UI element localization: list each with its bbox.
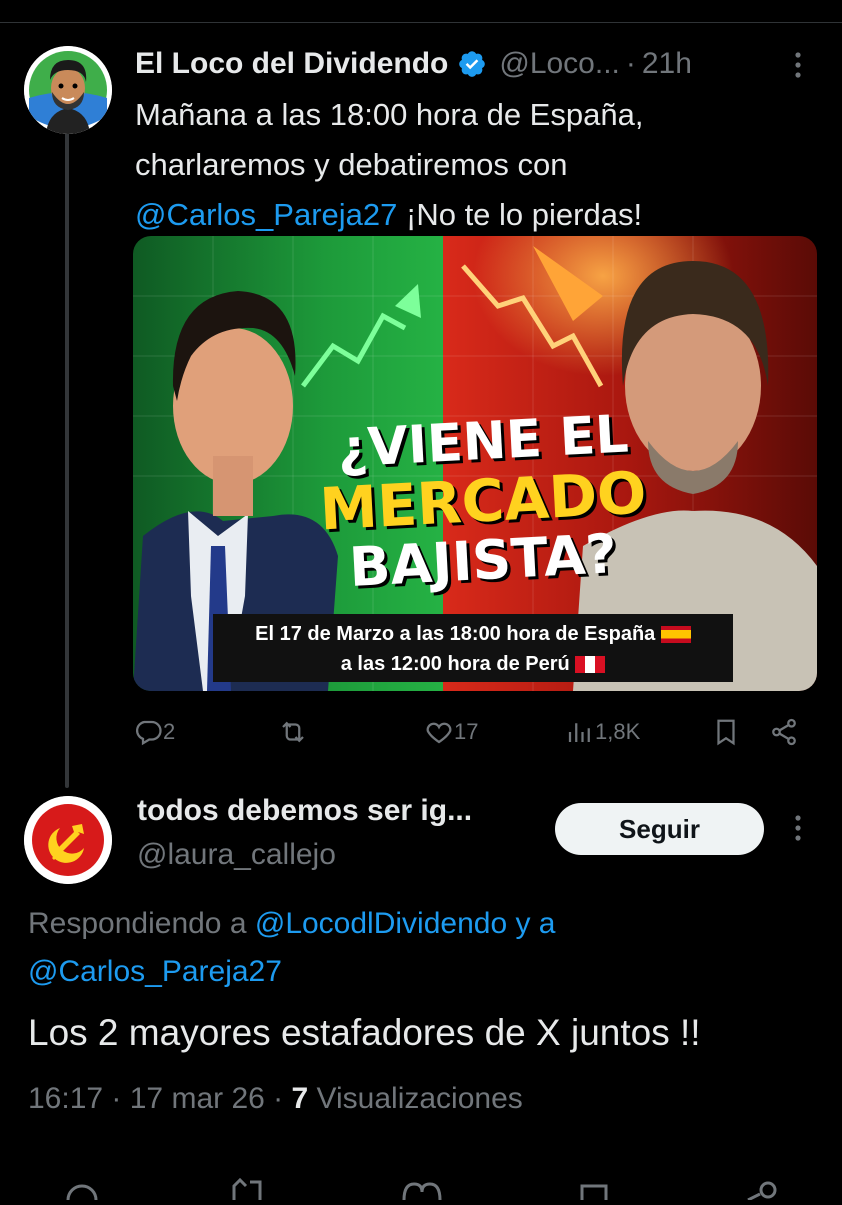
- reply-icon[interactable]: [62, 1172, 102, 1205]
- tweet-time[interactable]: 21h: [642, 47, 692, 81]
- reply-action-bar: [0, 1172, 842, 1202]
- top-divider: [0, 22, 842, 23]
- spain-flag-icon: [660, 626, 691, 644]
- share-button[interactable]: [769, 712, 799, 752]
- more-options-icon[interactable]: [790, 50, 806, 80]
- mention-link[interactable]: @LocodlDividendo: [255, 907, 507, 940]
- tweet-media-image[interactable]: ¿VIENE EL MERCADO BAJISTA? El 17 de Marz…: [133, 236, 817, 691]
- more-options-icon[interactable]: [790, 813, 806, 843]
- replying-to-prefix: Respondiendo a: [28, 907, 255, 940]
- tweet-header: El Loco del Dividendo @Loco... · 21h: [135, 44, 692, 84]
- like-button[interactable]: 17: [424, 712, 478, 752]
- reply-time[interactable]: 16:17: [28, 1082, 103, 1115]
- author-handle[interactable]: @Loco...: [499, 47, 620, 81]
- reply-views-label: Visualizaciones: [316, 1082, 523, 1115]
- media-caption-line: a las 12:00 hora de Perú: [340, 653, 570, 675]
- tweet-text: Mañana a las 18:00 hora de España, charl…: [135, 90, 815, 240]
- bookmark-button[interactable]: [711, 712, 741, 752]
- heart-icon: [426, 722, 452, 744]
- tweet-text-line: Mañana a las 18:00 hora de España,: [135, 97, 644, 132]
- separator-dot: ·: [625, 47, 636, 80]
- author-avatar[interactable]: [24, 46, 112, 134]
- media-caption: a las 12:00 hora de Perú: [213, 649, 733, 679]
- media-caption: El 17 de Marzo a las 18:00 hora de Españ…: [213, 619, 733, 649]
- mention-link[interactable]: @Carlos_Pareja27: [28, 955, 282, 988]
- reply-icon: [136, 720, 162, 746]
- author-name[interactable]: El Loco del Dividendo: [135, 47, 448, 81]
- reply-text: Los 2 mayores estafadores de X juntos !!: [28, 1012, 701, 1053]
- views-chart-icon: [568, 723, 590, 742]
- reply-author-name[interactable]: todos debemos ser ig...: [137, 794, 472, 828]
- repost-icon: [282, 721, 304, 743]
- heart-icon[interactable]: [400, 1172, 444, 1205]
- peru-flag-icon: [575, 656, 606, 674]
- tweet-action-bar: 2 17 1,8K: [133, 712, 817, 752]
- share-icon: [772, 718, 796, 746]
- tweet-text-line: charlaremos y debatiremos con: [135, 147, 568, 182]
- tweet-text-line: @Carlos_Pareja27 ¡No te lo pierdas!: [135, 190, 815, 240]
- mention-link[interactable]: @Carlos_Pareja27: [135, 197, 397, 232]
- reply-count: 2: [163, 719, 176, 744]
- bookmark-icon[interactable]: [578, 1172, 610, 1205]
- reply-views-count: 7: [291, 1082, 309, 1115]
- views-button[interactable]: 1,8K: [565, 712, 640, 752]
- like-count: 17: [454, 719, 479, 744]
- repost-icon[interactable]: [228, 1172, 268, 1205]
- verified-badge-icon: [457, 49, 487, 79]
- repost-button[interactable]: [278, 712, 308, 752]
- views-count: 1,8K: [595, 719, 641, 744]
- tweet-text-tail: ¡No te lo pierdas!: [397, 197, 643, 232]
- bookmark-icon: [717, 719, 735, 746]
- reply-button[interactable]: 2: [133, 712, 175, 752]
- reply-author-avatar[interactable]: [24, 796, 112, 884]
- reply-metadata: 16:17 · 17 mar 26 · 7 Visualizaciones: [28, 1082, 523, 1116]
- media-headline: BAJISTA?: [347, 522, 619, 599]
- reply-date[interactable]: 17 mar 26: [130, 1082, 265, 1115]
- thread-connector-line: [65, 130, 69, 788]
- separator-dot: ·: [111, 1082, 130, 1115]
- media-caption-line: El 17 de Marzo a las 18:00 hora de Españ…: [255, 623, 656, 645]
- reply-author-handle[interactable]: @laura_callejo: [137, 838, 336, 872]
- separator-dot: ·: [273, 1082, 292, 1115]
- replying-to-and[interactable]: y a: [507, 907, 555, 940]
- replying-to: Respondiendo a @LocodlDividendo y a @Car…: [28, 900, 788, 996]
- follow-button[interactable]: Seguir: [555, 803, 764, 855]
- share-icon[interactable]: [744, 1172, 784, 1205]
